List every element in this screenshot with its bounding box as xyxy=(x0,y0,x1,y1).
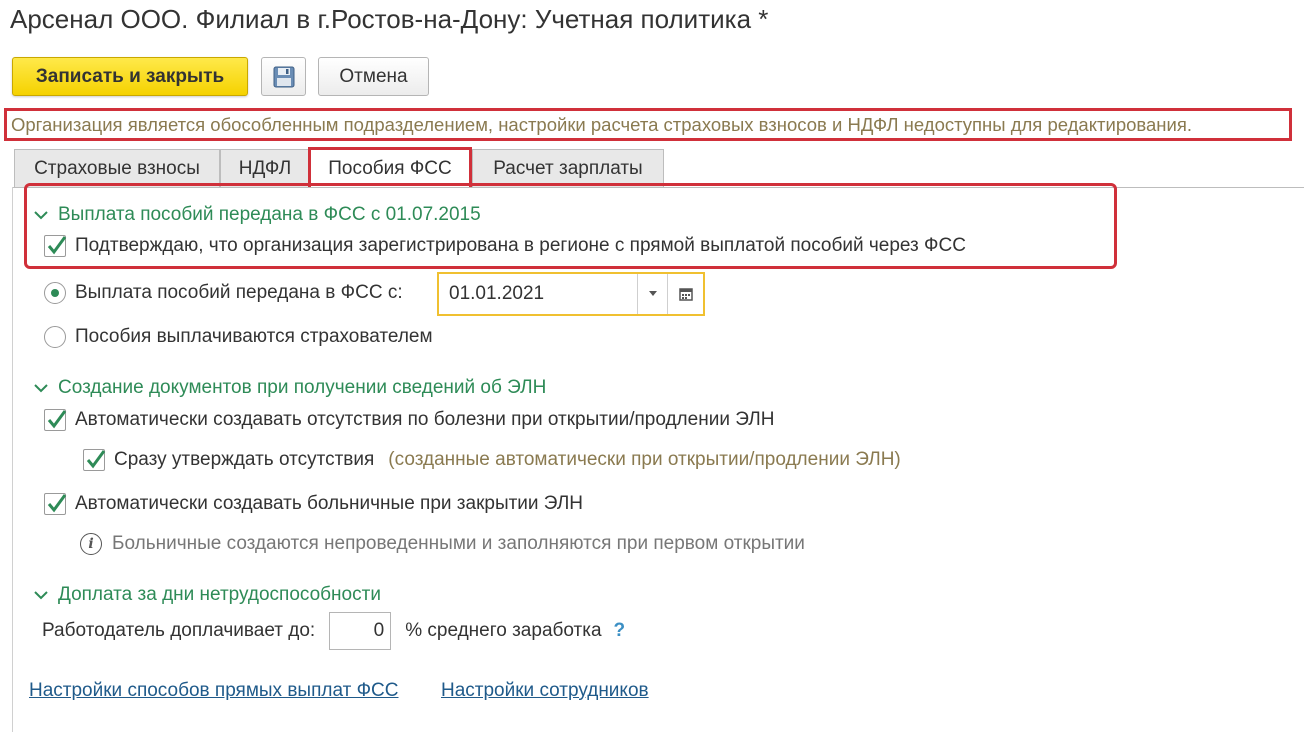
date-calendar-button[interactable] xyxy=(667,274,703,314)
auto-sick-leave-label: Автоматически создавать больничные при з… xyxy=(75,493,584,514)
radio-employer-row: Пособия выплачиваются страхователем xyxy=(44,326,433,348)
info-icon: i xyxy=(80,533,102,555)
approve-absence-checkbox[interactable] xyxy=(83,449,106,471)
transfer-date-value[interactable]: 01.01.2021 xyxy=(439,283,637,305)
fss-group-title: Выплата пособий передана в ФСС с 01.07.2… xyxy=(58,204,481,225)
radio-employer-label: Пособия выплачиваются страхователем xyxy=(75,326,433,347)
surcharge-row: Работодатель доплачивает до: 0 % среднег… xyxy=(42,612,625,650)
help-icon[interactable]: ? xyxy=(614,620,626,642)
eln-group-title: Создание документов при получении сведен… xyxy=(58,377,547,398)
surcharge-suffix: % среднего заработка xyxy=(405,620,602,641)
cancel-button[interactable]: Отмена xyxy=(318,57,429,96)
floppy-disk-icon xyxy=(273,66,294,87)
surcharge-group-header[interactable]: Доплата за дни нетрудоспособности xyxy=(32,584,381,606)
chevron-down-icon xyxy=(34,211,48,220)
auto-sick-leave-checkbox[interactable] xyxy=(44,493,67,515)
chevron-down-icon xyxy=(34,384,48,393)
chevron-down-icon xyxy=(34,591,48,600)
auto-sick-leave-row: Автоматически создавать больничные при з… xyxy=(44,493,583,515)
readonly-notice-text: Организация является обособленным подраз… xyxy=(11,113,1193,135)
approve-absence-row: Сразу утверждать отсутствия (созданные а… xyxy=(83,449,901,471)
tab-insurance-contributions[interactable]: Страховые взносы xyxy=(14,149,220,187)
auto-absence-row: Автоматически создавать отсутствия по бо… xyxy=(44,409,774,431)
checkmark-icon xyxy=(47,494,67,513)
surcharge-percent-input[interactable]: 0 xyxy=(329,612,392,650)
transfer-date-field[interactable]: 01.01.2021 xyxy=(437,272,705,316)
radio-transferred[interactable] xyxy=(44,282,66,304)
approve-absence-hint: (созданные автоматически при открытии/пр… xyxy=(388,449,901,470)
direct-payments-settings-link[interactable]: Настройки способов прямых выплат ФСС xyxy=(29,680,398,702)
save-button[interactable] xyxy=(261,57,306,96)
approve-absence-label: Сразу утверждать отсутствия xyxy=(114,449,375,470)
auto-absence-label: Автоматически создавать отсутствия по бо… xyxy=(75,409,775,430)
tab-ndfl[interactable]: НДФЛ xyxy=(220,149,310,187)
radio-transferred-row: Выплата пособий передана в ФСС с: xyxy=(44,282,403,304)
sick-leave-info-row: i Больничные создаются непроведенными и … xyxy=(80,533,805,555)
eln-group-header[interactable]: Создание документов при получении сведен… xyxy=(32,377,546,399)
page: Арсенал ООО. Филиал в г.Ростов-на-Дону: … xyxy=(0,0,1304,732)
caret-down-icon xyxy=(648,291,657,296)
confirm-region-checkbox[interactable] xyxy=(44,235,67,257)
radio-transferred-label: Выплата пособий передана в ФСС с: xyxy=(75,282,403,303)
checkmark-icon xyxy=(47,236,67,255)
surcharge-group-title: Доплата за дни нетрудоспособности xyxy=(58,584,381,605)
tab-payroll-calculation[interactable]: Расчет зарплаты xyxy=(472,149,664,187)
save-and-close-button[interactable]: Записать и закрыть xyxy=(12,57,248,96)
fss-group-header[interactable]: Выплата пособий передана в ФСС с 01.07.2… xyxy=(32,204,481,226)
readonly-notice: Организация является обособленным подраз… xyxy=(4,108,1292,141)
confirm-region-row: Подтверждаю, что организация зарегистрир… xyxy=(44,235,966,257)
radio-employer[interactable] xyxy=(44,326,66,348)
checkmark-icon xyxy=(47,410,67,429)
tab-fss-benefits[interactable]: Пособия ФСС xyxy=(308,147,472,187)
date-dropdown-button[interactable] xyxy=(637,274,667,314)
sick-leave-info-text: Больничные создаются непроведенными и за… xyxy=(112,533,805,554)
checkmark-icon xyxy=(86,450,106,469)
employer-surcharge-label: Работодатель доплачивает до: xyxy=(42,620,316,641)
employee-settings-link[interactable]: Настройки сотрудников xyxy=(441,680,649,702)
window-title: Арсенал ООО. Филиал в г.Ростов-на-Дону: … xyxy=(10,4,769,34)
calendar-icon xyxy=(678,288,693,301)
content-left-border xyxy=(12,187,13,732)
confirm-region-label: Подтверждаю, что организация зарегистрир… xyxy=(75,235,966,256)
auto-absence-checkbox[interactable] xyxy=(44,409,67,431)
